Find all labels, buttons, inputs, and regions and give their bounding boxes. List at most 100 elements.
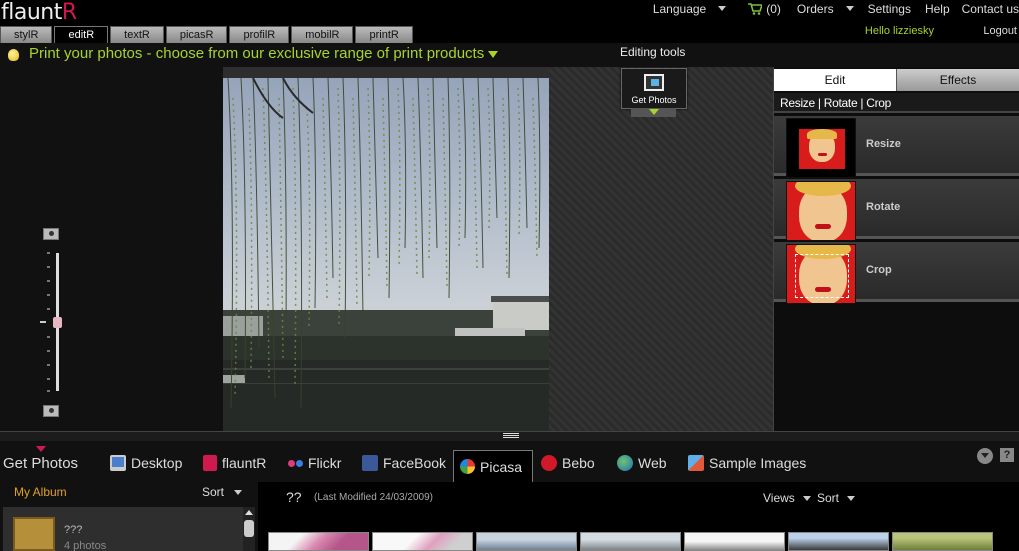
zoom-tick <box>47 252 50 254</box>
globe-icon <box>617 455 633 471</box>
rotate-tool[interactable]: Rotate <box>774 179 1019 241</box>
source-sample-images[interactable]: Sample Images <box>688 452 806 474</box>
source-desktop[interactable]: Desktop <box>110 452 182 474</box>
picasa-icon <box>460 459 475 474</box>
last-modified: (Last Modified 24/03/2009) <box>314 492 433 503</box>
editing-tools-label: Editing tools <box>620 45 686 59</box>
language-menu[interactable]: Language <box>653 2 727 16</box>
zoom-marker <box>40 321 46 323</box>
top-bar: flauntR Language (0) Orders Settings Hel… <box>0 0 1019 26</box>
tab-printr[interactable]: printR <box>355 26 413 43</box>
photo-thumbnail[interactable] <box>892 532 993 551</box>
logout-link[interactable]: Logout <box>983 25 1017 37</box>
resize-grip[interactable] <box>503 433 519 438</box>
views-dropdown[interactable]: Views <box>763 491 811 505</box>
photos-sort-dropdown[interactable]: Sort <box>817 491 856 505</box>
my-album-label: My Album <box>14 485 67 499</box>
collapse-button[interactable] <box>977 448 993 464</box>
zoom-tick <box>47 294 50 296</box>
scroll-up-icon[interactable] <box>245 510 253 515</box>
tab-edit[interactable]: Edit <box>774 69 897 91</box>
zoom-tick <box>47 336 50 338</box>
crop-label: Crop <box>866 264 892 276</box>
flauntr-logo[interactable]: flauntR <box>1 0 77 26</box>
help-button[interactable]: ? <box>1000 448 1014 462</box>
photo-thumbnail[interactable] <box>684 532 785 551</box>
tab-mobilr[interactable]: mobilR <box>291 26 354 43</box>
bebo-icon <box>541 455 557 471</box>
source-picasa[interactable]: Picasa <box>453 450 534 482</box>
photo-thumbnail[interactable] <box>580 532 681 551</box>
willow-photo <box>223 78 549 431</box>
user-greeting: Hello lizziesky <box>864 25 934 37</box>
tab-textr[interactable]: textR <box>110 26 164 43</box>
rotate-label: Rotate <box>866 201 901 213</box>
zoom-out-icon[interactable] <box>43 405 59 417</box>
source-flickr[interactable]: Flickr <box>288 452 341 474</box>
zoom-tick <box>47 364 50 366</box>
album-list: My Album Sort ??? 4 photos <box>0 482 258 551</box>
promo-banner: Print your photos - choose from our excl… <box>0 43 1019 67</box>
zoom-tick <box>47 378 50 380</box>
flauntr-icon <box>203 455 217 471</box>
tab-profilr[interactable]: profilR <box>229 26 290 43</box>
album-sort-dropdown[interactable]: Sort <box>202 485 243 499</box>
tab-effects[interactable]: Effects <box>897 69 1019 91</box>
tab-editr[interactable]: editR <box>54 26 109 43</box>
album-scrollbar[interactable] <box>243 507 255 551</box>
collapse-indicator-icon[interactable] <box>36 446 46 452</box>
photo-grid-area: ?? (Last Modified 24/03/2009) Views Sort <box>258 482 1019 551</box>
resize-label: Resize <box>866 138 901 150</box>
chevron-down-icon <box>718 6 727 11</box>
tab-stylr[interactable]: stylR <box>0 26 53 43</box>
promo-link[interactable]: Print your photos - choose from our excl… <box>29 45 499 62</box>
cart-link[interactable]: (0) <box>748 2 781 16</box>
chevron-down-icon <box>847 495 856 501</box>
tab-picasr[interactable]: picasR <box>165 26 228 43</box>
photo-canvas[interactable] <box>223 78 549 431</box>
album-item[interactable]: ??? 4 photos <box>3 507 243 551</box>
canvas-background <box>548 67 773 431</box>
canvas-top-gap <box>223 67 549 78</box>
album-title: ?? <box>286 489 302 505</box>
photo-thumbnail[interactable] <box>268 532 369 551</box>
zoom-tick <box>47 390 50 392</box>
album-name: ??? <box>64 524 83 536</box>
get-photos-tool-label: Get Photos <box>631 95 677 105</box>
edit-panel: Edit Effects Resize | Rotate | Crop Resi… <box>773 67 1019 431</box>
edit-subheader: Resize | Rotate | Crop <box>774 93 1019 113</box>
zoom-panel <box>0 67 223 431</box>
settings-link[interactable]: Settings <box>868 2 911 16</box>
orders-menu[interactable]: Orders <box>797 2 854 16</box>
flickr-icon <box>288 459 303 467</box>
get-photos-tool-button[interactable]: Get Photos <box>621 68 687 109</box>
help-link[interactable]: Help <box>925 2 950 16</box>
crop-thumbnail <box>786 244 856 304</box>
resize-thumbnail <box>786 118 856 178</box>
top-nav: Language (0) Orders Settings Help Contac… <box>641 0 1019 17</box>
get-photos-indicator <box>631 108 676 117</box>
source-flauntr[interactable]: flauntR <box>203 452 266 474</box>
photos-icon <box>644 74 664 91</box>
zoom-tick <box>47 266 50 268</box>
source-bebo[interactable]: Bebo <box>541 452 595 474</box>
zoom-in-icon[interactable] <box>43 228 59 240</box>
crop-tool[interactable]: Crop <box>774 242 1019 304</box>
album-count: 4 photos <box>64 540 107 551</box>
source-web[interactable]: Web <box>617 452 667 474</box>
lightbulb-icon <box>8 49 19 61</box>
contact-link[interactable]: Contact us <box>962 2 1019 16</box>
resize-tool[interactable]: Resize <box>774 116 1019 178</box>
chevron-down-icon <box>845 6 854 11</box>
chevron-down-icon <box>802 495 811 501</box>
scrollbar-thumb[interactable] <box>244 520 254 537</box>
get-photos-bar: Get Photos Desktop flauntR Flickr FaceBo… <box>0 441 1019 482</box>
facebook-icon <box>362 455 378 471</box>
source-facebook[interactable]: FaceBook <box>362 452 446 474</box>
zoom-slider-handle[interactable] <box>53 317 62 328</box>
photo-thumbnail[interactable] <box>788 532 889 551</box>
photo-thumbnail[interactable] <box>476 532 577 551</box>
app-tabs: stylR editR textR picasR profilR mobilR … <box>0 26 415 43</box>
zoom-tick <box>47 280 50 282</box>
photo-thumbnail[interactable] <box>372 532 473 551</box>
